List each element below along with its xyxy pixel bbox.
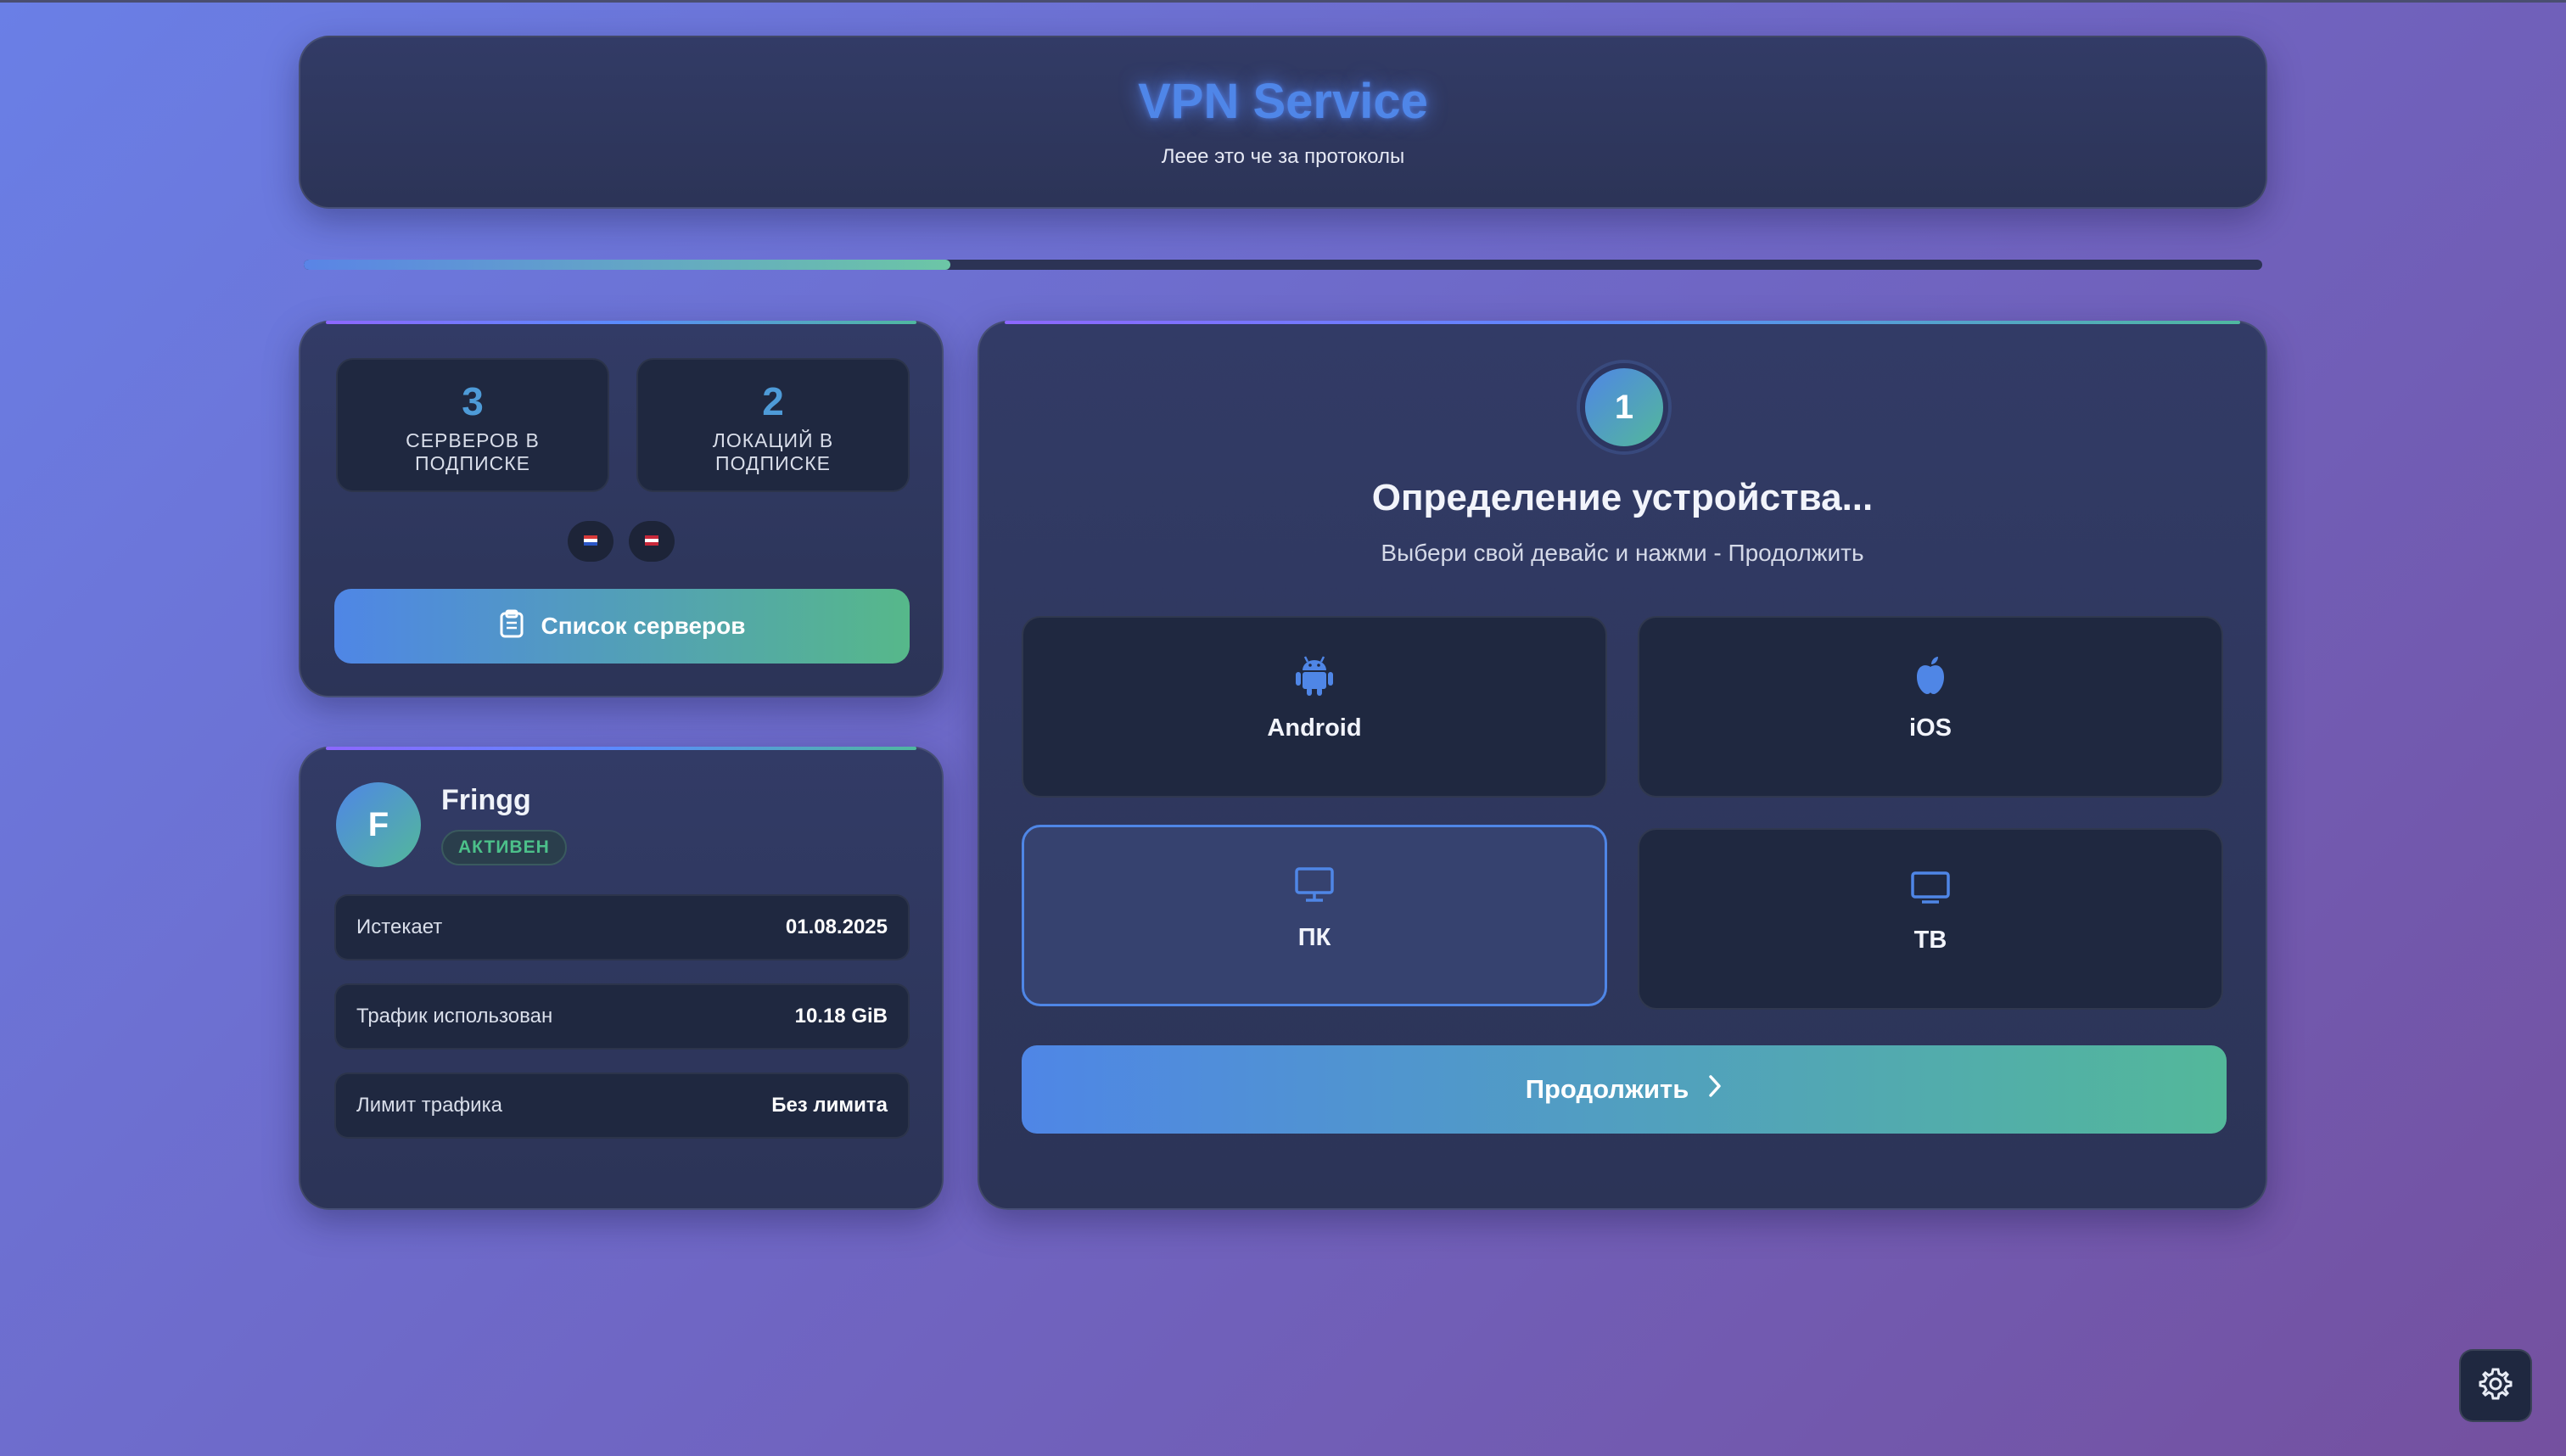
flag-icon [567, 521, 613, 562]
wizard-subtitle: Выбери свой девайс и нажми - Продолжить [1381, 540, 1864, 566]
device-label: ТВ [1913, 927, 1947, 954]
expires-row: Истекает 01.08.2025 [334, 894, 910, 960]
device-option-android[interactable]: Android [1022, 616, 1607, 798]
top-border [0, 0, 2566, 3]
wizard-title: Определение устройства... [1371, 477, 1874, 518]
continue-button-label: Продолжить [1525, 1074, 1689, 1104]
app-subtitle: Леее это че за протоколы [1161, 145, 1405, 168]
flag-icon [629, 521, 675, 562]
device-option-ios[interactable]: iOS [1638, 616, 2223, 798]
traffic-used-row: Трафик использован 10.18 GiB [334, 983, 910, 1050]
tv-icon [1639, 864, 2221, 911]
device-label: ПК [1297, 924, 1331, 951]
username: Fringg [441, 784, 531, 816]
servers-stat: 3 Серверов в подписке [336, 358, 609, 492]
clipboard-icon [499, 609, 524, 644]
info-value: 10.18 GiB [794, 1005, 888, 1028]
settings-button[interactable] [2459, 1349, 2532, 1422]
app-title: VPN Service [1138, 74, 1428, 129]
server-list-button[interactable]: Список серверов [334, 589, 910, 664]
chevron-right-icon [1707, 1073, 1723, 1106]
device-label: iOS [1909, 714, 1952, 742]
servers-count: 3 [462, 379, 484, 423]
traffic-limit-row: Лимит трафика Без лимита [334, 1072, 910, 1139]
device-wizard-card: 1 Определение устройства... Выбери свой … [978, 321, 2267, 1210]
android-icon [1023, 652, 1605, 699]
device-option-pc[interactable]: ПК [1022, 825, 1607, 1006]
info-value: Без лимита [771, 1094, 888, 1117]
info-value: 01.08.2025 [785, 916, 888, 938]
device-option-tv[interactable]: ТВ [1638, 828, 2223, 1010]
info-key: Истекает [356, 916, 443, 938]
location-flags [300, 521, 942, 566]
gear-icon [2478, 1366, 2513, 1406]
step-indicator: 1 [1580, 363, 1668, 451]
status-badge: Активен [441, 830, 567, 865]
locations-stat: 2 Локаций в подписке [636, 358, 910, 492]
locations-label: Локаций в подписке [712, 429, 834, 474]
device-label: Android [1267, 714, 1362, 742]
server-list-button-label: Список серверов [541, 613, 746, 639]
info-key: Трафик использован [356, 1005, 553, 1028]
progress-bar [304, 260, 2262, 270]
apple-icon [1639, 652, 2221, 699]
subscription-stats-card: 3 Серверов в подписке 2 Локаций в подпис… [299, 321, 944, 697]
header-card: VPN Service Леее это че за протоколы [299, 36, 2267, 209]
continue-button[interactable]: Продолжить [1022, 1045, 2227, 1134]
user-card: F Fringg Активен Истекает 01.08.2025 Тра… [299, 747, 944, 1210]
progress-fill [304, 260, 950, 270]
info-key: Лимит трафика [356, 1094, 502, 1117]
servers-label: Серверов в подписке [406, 429, 540, 474]
monitor-icon [1024, 861, 1605, 909]
avatar: F [336, 782, 421, 867]
locations-count: 2 [762, 379, 784, 423]
